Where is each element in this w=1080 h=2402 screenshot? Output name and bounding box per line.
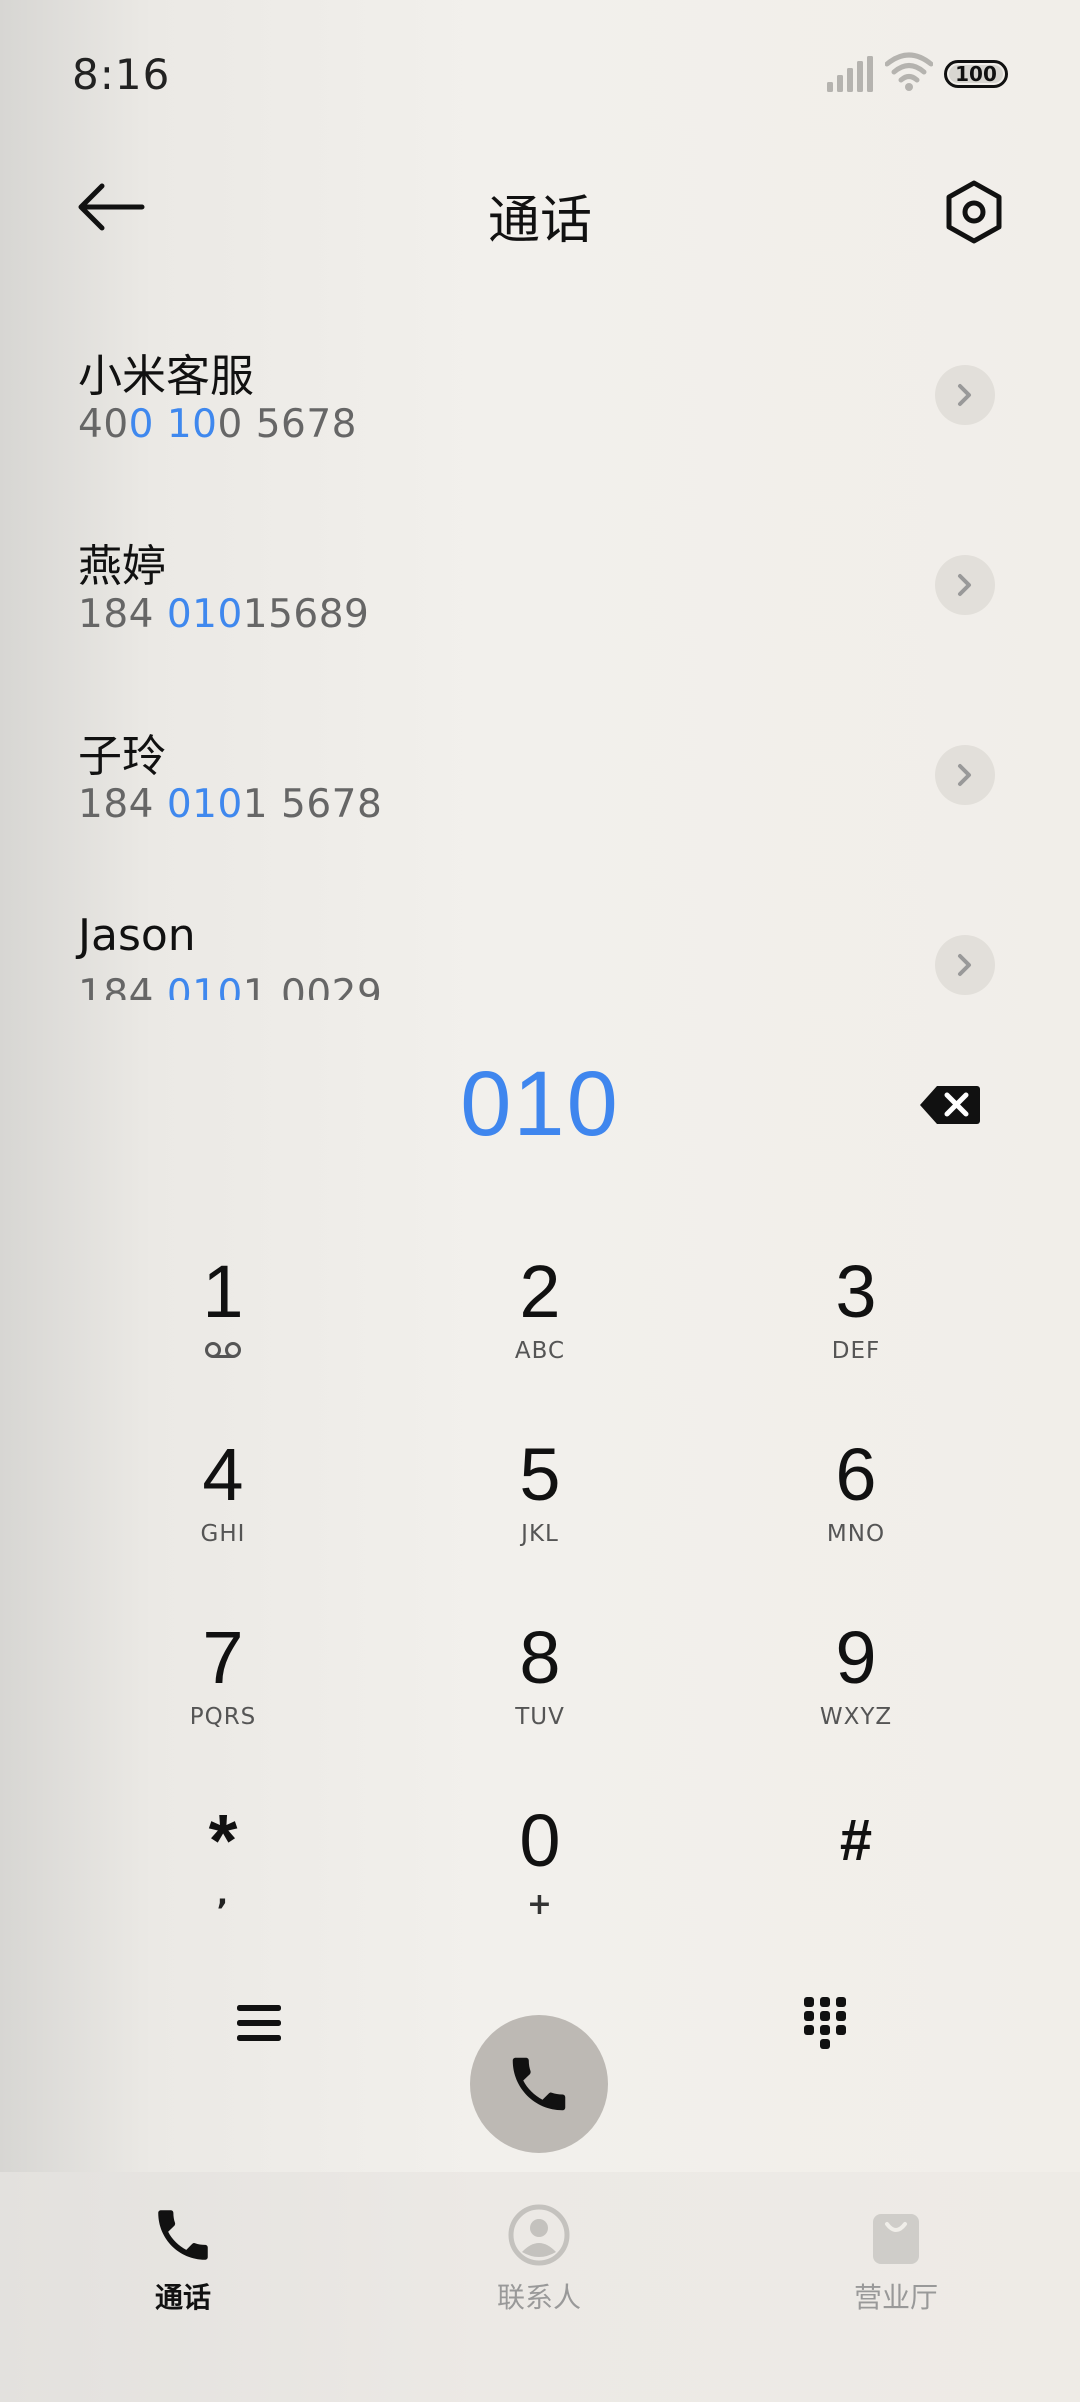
signal-icon [827,56,873,92]
key-1[interactable]: 1 [93,1240,353,1410]
call-button[interactable] [470,2015,608,2153]
key-letters: , [216,1877,230,1912]
dialpad-toggle-button[interactable] [782,1990,868,2060]
contact-number: 184 01015689 [78,592,370,637]
key-letters: MNO [826,1521,886,1547]
key-digit: 8 [519,1616,561,1699]
contact-number: 184 0101 0029 [78,972,383,1000]
nav-tab-service-hall[interactable]: 营业厅 [786,2202,1006,2342]
detail-button[interactable] [935,745,995,805]
key-4[interactable]: 4 GHI [93,1423,353,1593]
chevron-right-icon [958,384,971,406]
key-3[interactable]: 3 DEF [726,1240,986,1410]
contact-name: 小米客服 [78,351,254,402]
key-digit: 6 [835,1433,877,1516]
key-digit: # [839,1808,873,1873]
key-8[interactable]: 8 TUV [410,1606,670,1776]
key-7[interactable]: 7 PQRS [93,1606,353,1776]
key-digit: 4 [202,1433,244,1516]
detail-button[interactable] [935,555,995,615]
key-letters: PQRS [189,1704,257,1730]
delete-button[interactable] [910,1072,990,1138]
hexagon-gear-icon [946,180,1002,244]
nav-label: 联系人 [496,2281,581,2314]
contact-name: 燕婷 [78,541,166,592]
chevron-right-icon [958,954,971,976]
phone-icon [158,2210,208,2260]
chevron-right-icon [958,574,971,596]
page-title: 通话 [487,191,592,251]
key-digit: * [208,1799,238,1882]
contact-number: 400 100 5678 [78,402,357,447]
status-time: 8:16 [72,50,171,99]
key-0[interactable]: 0 + [410,1789,670,1959]
search-results-list: 小米客服 400 100 5678 燕婷 184 01015689 子玲 184… [0,320,1080,1000]
key-9[interactable]: 9 WXYZ [726,1606,986,1776]
chevron-right-icon [958,764,971,786]
key-star[interactable]: * , [93,1789,353,1959]
key-2[interactable]: 2 ABC [410,1240,670,1410]
dialpad: 1 2 ABC 3 DEF 4 GHI 5 JKL 6 MNO 7 PQRS 8… [0,1240,1080,1940]
status-bar: 8:16 100 [0,0,1080,150]
voicemail-icon [205,1342,241,1358]
shopping-bag-icon [873,2214,919,2264]
detail-button[interactable] [935,935,995,995]
key-digit: 1 [202,1250,244,1333]
key-letters: WXYZ [819,1704,893,1730]
dialpad-icon [804,1997,846,2049]
key-letters: JKL [521,1521,559,1547]
battery-level: 100 [955,62,997,86]
list-item[interactable]: 小米客服 400 100 5678 [0,320,1080,510]
key-digit: 2 [519,1250,561,1333]
wifi-icon [885,52,933,91]
backspace-icon [920,1086,980,1124]
key-letters: + [526,1887,554,1922]
key-digit: 9 [835,1616,877,1699]
settings-button[interactable] [930,170,1018,254]
nav-tab-calls[interactable]: 通话 [73,2202,293,2342]
contact-name: 子玲 [78,731,166,782]
key-letters: ABC [514,1338,566,1364]
key-digit: 3 [835,1250,877,1333]
key-hash[interactable]: # [726,1789,986,1959]
detail-button[interactable] [935,365,995,425]
person-icon [508,2204,570,2266]
battery-indicator: 100 [944,60,1008,88]
key-letters: TUV [515,1704,565,1730]
list-item[interactable]: 子玲 184 0101 5678 [0,700,1080,890]
nav-tab-contacts[interactable]: 联系人 [429,2202,649,2342]
menu-button[interactable] [216,1988,302,2058]
nav-label: 营业厅 [853,2281,938,2314]
key-letters: DEF [831,1338,881,1364]
key-digit: 7 [202,1616,244,1699]
list-item[interactable]: 燕婷 184 01015689 [0,510,1080,700]
key-letters: GHI [200,1521,246,1547]
bottom-navigation: 通话 联系人 营业厅 [0,2172,1080,2402]
contact-number: 184 0101 5678 [78,782,383,827]
phone-icon [512,2057,566,2111]
key-5[interactable]: 5 JKL [410,1423,670,1593]
contact-name: Jason [78,910,196,961]
key-digit: 5 [519,1433,561,1516]
key-digit: 0 [519,1799,561,1882]
menu-lines-icon [237,2005,281,2041]
key-6[interactable]: 6 MNO [726,1423,986,1593]
list-item[interactable]: Jason 184 0101 0029 [0,890,1080,1000]
nav-label: 通话 [154,2281,211,2314]
